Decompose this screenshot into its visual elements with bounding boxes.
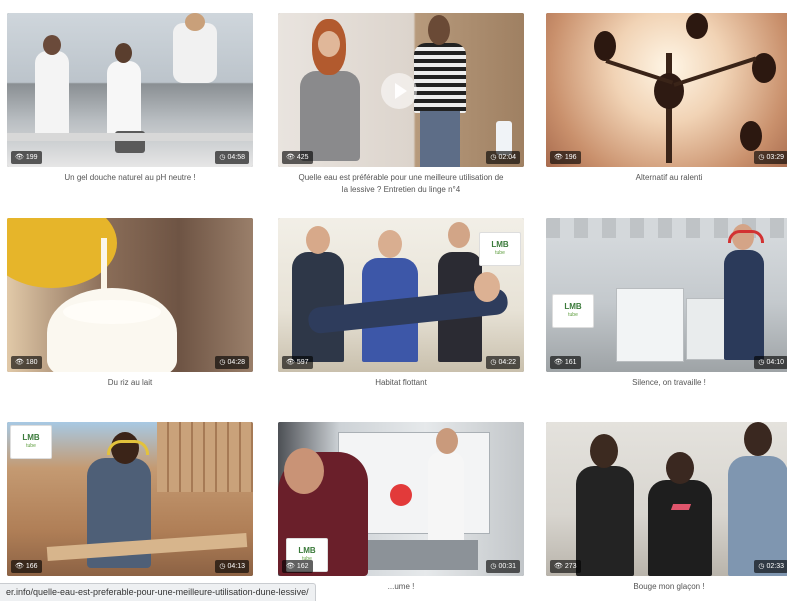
video-thumbnail[interactable]: LMB tube 👁 162 ◷ 00:31 (278, 422, 524, 576)
clock-icon: ◷ (490, 359, 497, 366)
eye-icon: 👁 (15, 359, 24, 366)
view-count: 166 (25, 563, 38, 570)
logo-subtext: tube (568, 312, 578, 318)
duration: 00:31 (498, 563, 516, 570)
view-count-badge: 👁 425 (282, 151, 313, 164)
video-thumbnail[interactable]: 👁 273 ◷ 02:33 (546, 422, 787, 576)
duration: 03:29 (766, 154, 784, 161)
lmb-logo: LMB tube (552, 294, 594, 328)
eye-icon: 👁 (554, 154, 563, 161)
thumbnail-image (546, 422, 787, 576)
video-thumbnail[interactable]: LMB tube 👁 161 ◷ 04:10 (546, 218, 787, 372)
thumbnail-image (7, 13, 253, 167)
thumbnail-image (7, 218, 253, 372)
duration-badge: ◷ 04:13 (215, 560, 249, 573)
video-title[interactable]: Du riz au lait (7, 377, 253, 389)
duration: 04:28 (227, 359, 245, 366)
video-thumbnail[interactable]: 👁 425 ◷ 02:04 (278, 13, 524, 167)
clock-icon: ◷ (758, 563, 765, 570)
duration-badge: ◷ 02:04 (486, 151, 520, 164)
duration-badge: ◷ 04:28 (215, 356, 249, 369)
logo-text: LMB (22, 433, 40, 442)
view-count: 273 (564, 563, 577, 570)
eye-icon: 👁 (554, 359, 563, 366)
duration: 02:04 (498, 154, 516, 161)
thumbnail-image (546, 13, 787, 167)
video-card[interactable]: 👁 199 ◷ 04:58 Un gel douche naturel au pH … (7, 13, 253, 184)
clock-icon: ◷ (219, 563, 226, 570)
view-count-badge: 👁 597 (282, 356, 313, 369)
view-count-badge: 👁 199 (11, 151, 42, 164)
duration-badge: ◷ 02:33 (754, 560, 787, 573)
duration: 04:58 (227, 154, 245, 161)
view-count: 162 (296, 563, 309, 570)
video-card[interactable]: 👁 196 ◷ 03:29 Alternatif au ralenti (546, 13, 787, 184)
duration: 02:33 (766, 563, 784, 570)
view-count-badge: 👁 180 (11, 356, 42, 369)
video-card[interactable]: LMB tube 👁 161 ◷ 04:10 Silence, on travail… (546, 218, 787, 389)
lmb-logo: LMB tube (479, 232, 521, 266)
video-card[interactable]: LMB tube 👁 166 ◷ 04:13 (7, 422, 253, 581)
clock-icon: ◷ (219, 359, 226, 366)
video-card[interactable]: LMB tube 👁 162 ◷ 00:31 ...ume ! (278, 422, 524, 593)
video-thumbnail[interactable]: 👁 196 ◷ 03:29 (546, 13, 787, 167)
logo-text: LMB (564, 302, 582, 311)
status-bar-url: er.info/quelle-eau-est-preferable-pour-u… (0, 583, 316, 601)
duration: 04:22 (498, 359, 516, 366)
logo-subtext: tube (26, 443, 36, 449)
view-count: 597 (296, 359, 309, 366)
view-count: 180 (25, 359, 38, 366)
play-icon[interactable] (381, 73, 417, 109)
eye-icon: 👁 (15, 563, 24, 570)
video-thumbnail[interactable]: 👁 199 ◷ 04:58 (7, 13, 253, 167)
view-count-badge: 👁 273 (550, 560, 581, 573)
eye-icon: 👁 (286, 359, 295, 366)
logo-subtext: tube (495, 250, 505, 256)
eye-icon: 👁 (286, 563, 295, 570)
clock-icon: ◷ (758, 359, 765, 366)
video-title[interactable]: Habitat flottant (278, 377, 524, 389)
clock-icon: ◷ (490, 563, 497, 570)
lmb-logo: LMB tube (10, 425, 52, 459)
video-thumbnail[interactable]: 👁 180 ◷ 04:28 (7, 218, 253, 372)
duration-badge: ◷ 04:22 (486, 356, 520, 369)
video-title[interactable]: Bouge mon glaçon ! (546, 581, 787, 593)
video-title[interactable]: Silence, on travaille ! (546, 377, 787, 389)
video-card[interactable]: 👁 425 ◷ 02:04 Quelle eau est préférable po… (278, 13, 524, 196)
duration-badge: ◷ 03:29 (754, 151, 787, 164)
view-count: 196 (564, 154, 577, 161)
view-count-badge: 👁 161 (550, 356, 581, 369)
clock-icon: ◷ (219, 154, 226, 161)
eye-icon: 👁 (15, 154, 24, 161)
video-card[interactable]: LMB tube 👁 597 ◷ 04:22 Habitat flottant (278, 218, 524, 389)
clock-icon: ◷ (490, 154, 497, 161)
view-count-badge: 👁 166 (11, 560, 42, 573)
view-count: 199 (25, 154, 38, 161)
logo-text: LMB (491, 240, 509, 249)
video-title[interactable]: Un gel douche naturel au pH neutre ! (7, 172, 253, 184)
video-thumbnail[interactable]: LMB tube 👁 166 ◷ 04:13 (7, 422, 253, 576)
video-title[interactable]: Alternatif au ralenti (546, 172, 787, 184)
duration-badge: ◷ 00:31 (486, 560, 520, 573)
duration: 04:10 (766, 359, 784, 366)
video-title[interactable]: Quelle eau est préférable pour une meill… (278, 172, 524, 196)
clock-icon: ◷ (758, 154, 765, 161)
view-count: 425 (296, 154, 309, 161)
duration-badge: ◷ 04:58 (215, 151, 249, 164)
view-count: 161 (564, 359, 577, 366)
view-count-badge: 👁 196 (550, 151, 581, 164)
eye-icon: 👁 (554, 563, 563, 570)
video-card[interactable]: 👁 273 ◷ 02:33 Bouge mon glaçon ! (546, 422, 787, 593)
eye-icon: 👁 (286, 154, 295, 161)
video-thumbnail[interactable]: LMB tube 👁 597 ◷ 04:22 (278, 218, 524, 372)
duration: 04:13 (227, 563, 245, 570)
video-card[interactable]: 👁 180 ◷ 04:28 Du riz au lait (7, 218, 253, 389)
duration-badge: ◷ 04:10 (754, 356, 787, 369)
logo-text: LMB (298, 546, 316, 555)
view-count-badge: 👁 162 (282, 560, 313, 573)
